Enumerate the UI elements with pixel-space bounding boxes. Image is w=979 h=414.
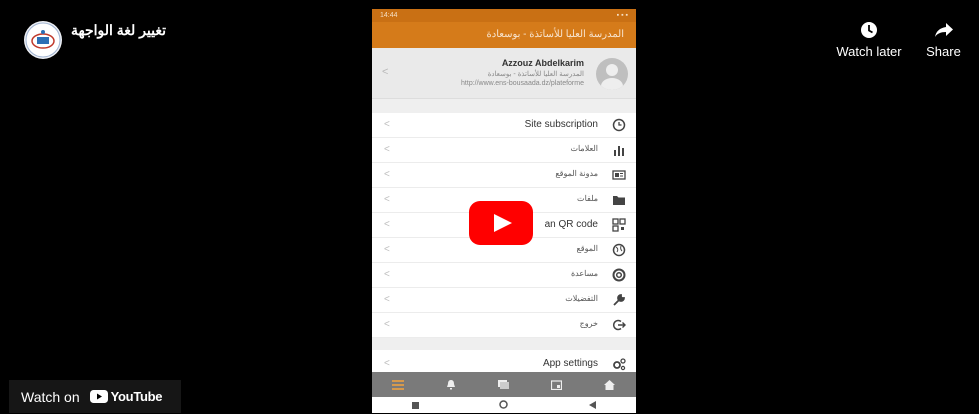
watch-later-label: Watch later <box>836 44 902 59</box>
share-button[interactable]: Share <box>921 21 966 59</box>
profile-name: Azzouz Abdelkarim <box>501 58 584 68</box>
menu-item-label: التفضيلات <box>565 294 598 303</box>
share-arrow-icon <box>921 21 966 39</box>
menu-item-label: خروج <box>579 319 598 328</box>
calendar-icon[interactable] <box>547 377 567 393</box>
menu-item-label: الموقع <box>576 244 599 253</box>
school-logo-icon[interactable] <box>24 21 62 59</box>
clock-icon <box>612 118 626 132</box>
chevron-left-icon: < <box>384 194 390 205</box>
bell-icon[interactable] <box>441 377 461 393</box>
play-button[interactable] <box>469 201 533 245</box>
menu-item-label: ملفات <box>577 194 598 203</box>
youtube-wordmark: YouTube <box>110 389 163 404</box>
section-gap <box>372 338 636 350</box>
app-settings-label: App settings <box>542 358 598 369</box>
status-icons: ▪ ▪ ▪ <box>616 12 628 19</box>
menu-item-label: مساعدة <box>570 269 598 278</box>
globe-icon <box>612 243 626 257</box>
cogs-icon <box>613 358 626 371</box>
chevron-left-icon: < <box>384 144 390 155</box>
chevron-left-icon: < <box>384 358 390 369</box>
clock-icon <box>829 21 909 39</box>
menu-item-site-subscription[interactable]: < Site subscription <box>372 113 636 138</box>
profile-org: المدرسة العليا للأساتذة - بوسعادة <box>487 71 584 78</box>
chevron-left-icon: < <box>382 66 389 78</box>
menu-icon[interactable] <box>388 377 408 393</box>
chevron-left-icon: < <box>384 269 390 280</box>
chevron-left-icon: < <box>384 219 390 230</box>
chevron-left-icon: < <box>384 244 390 255</box>
qr-code-icon <box>612 218 626 232</box>
chevron-left-icon: < <box>384 119 390 130</box>
back-triangle-icon[interactable] <box>588 396 596 413</box>
chart-icon <box>614 146 624 156</box>
share-label: Share <box>926 44 961 59</box>
folder-icon <box>613 196 625 205</box>
status-bar: 14:44 ▪ ▪ ▪ <box>372 9 636 22</box>
menu-item-help[interactable]: < مساعدة <box>372 263 636 288</box>
avatar <box>596 58 628 90</box>
app-bottom-nav <box>372 372 636 397</box>
chevron-left-icon: < <box>384 319 390 330</box>
help-icon <box>612 268 626 282</box>
menu-item-label: Site subscription <box>524 119 598 130</box>
menu-item-label: مدونة الموقع <box>555 169 598 178</box>
wrench-icon <box>613 294 625 306</box>
logout-icon <box>612 319 626 331</box>
chevron-left-icon: < <box>384 294 390 305</box>
menu-item-preferences[interactable]: < التفضيلات <box>372 288 636 313</box>
android-system-nav <box>372 397 636 413</box>
menu-item-grades[interactable]: < العلامات <box>372 138 636 163</box>
watch-later-button[interactable]: Watch later <box>829 21 909 59</box>
menu-item-label: العلامات <box>570 144 598 153</box>
app-title: المدرسة العليا للأساتذة - بوسعادة <box>372 22 636 48</box>
home-icon[interactable] <box>600 377 620 393</box>
menu-item-label: an QR code <box>544 219 598 230</box>
video-title[interactable]: تغيير لغة الواجهة <box>71 22 166 39</box>
profile-url: http://www.ens-bousaada.dz/plateforme <box>461 80 584 87</box>
home-circle-icon[interactable] <box>499 396 509 413</box>
chevron-left-icon: < <box>384 169 390 180</box>
youtube-logo-icon: YouTube <box>89 389 163 404</box>
messages-icon[interactable] <box>494 377 514 393</box>
blog-icon <box>612 170 626 180</box>
menu-item-site-blog[interactable]: < مدونة الموقع <box>372 163 636 188</box>
status-time: 14:44 <box>380 12 398 19</box>
watch-on-label: Watch on <box>21 388 80 405</box>
recents-icon[interactable] <box>412 396 420 413</box>
video-player[interactable]: تغيير لغة الواجهة Watch later Share 14:4… <box>9 9 970 413</box>
section-gap <box>372 99 636 113</box>
menu-item-logout[interactable]: < خروج <box>372 313 636 338</box>
profile-row[interactable]: < Azzouz Abdelkarim المدرسة العليا للأسا… <box>372 48 636 99</box>
watch-on-youtube-button[interactable]: Watch on YouTube <box>9 380 181 413</box>
